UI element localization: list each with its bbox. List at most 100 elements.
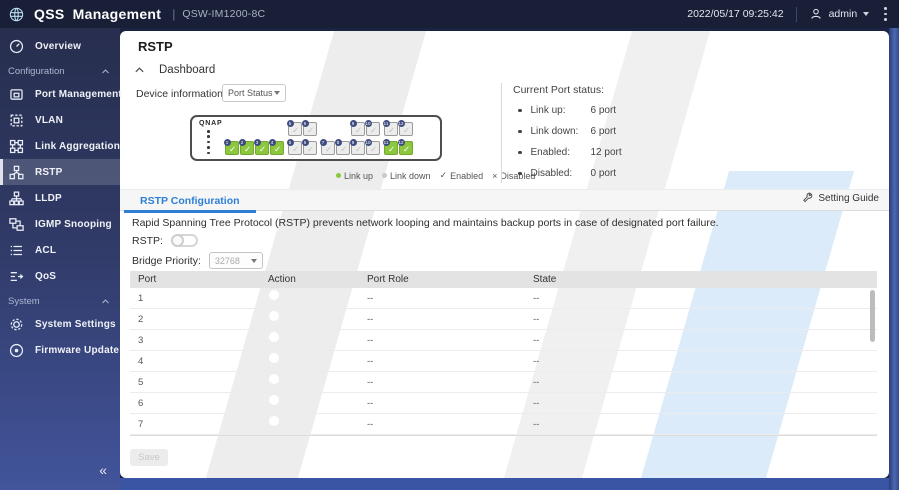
check-icon: ✓ [292,125,299,136]
rstp-toggle-label: RSTP: [132,235,163,247]
sidebar-item-rstp[interactable]: RSTP [0,159,120,185]
dashboard-divider [501,83,502,183]
user-icon [809,7,823,21]
bottom-accent-band [120,478,889,490]
chevron-up-icon [101,298,110,305]
tab-rstp-configuration[interactable]: RSTP Configuration [124,190,256,212]
dashboard-collapse-header[interactable]: Dashboard [134,64,215,76]
status-value: 12 port [591,147,622,158]
sidebar-item-label: QoS [35,271,56,282]
section-label: System [8,296,101,307]
setting-guide-label: Setting Guide [818,193,879,204]
sidebar-section-system[interactable]: System [0,291,120,311]
port-8-indicator: 8✓ [336,141,350,155]
check-icon: ✓ [274,144,281,155]
check-icon: ✓ [355,125,362,136]
state-cell: -- [525,335,877,346]
port-role-cell: -- [359,398,525,409]
sidebar-item-label: Firmware Update [35,345,119,356]
check-icon: ✓ [307,125,314,136]
save-button[interactable]: Save [130,449,168,466]
action-cell [260,331,359,349]
check-icon: ✓ [388,144,395,155]
port-10-indicator: 10✓ [366,141,380,155]
qnap-logo-icon [8,6,25,23]
sidebar-item-port-management[interactable]: Port Management [0,81,120,107]
port-role-cell: -- [359,314,525,325]
table-row: 7---- [130,414,877,435]
sidebar-item-label: System Settings [35,319,116,330]
sidebar-item-label: Overview [35,41,81,52]
right-accent-band [889,28,899,490]
sidebar-item-system-settings[interactable]: System Settings [0,311,120,337]
chevron-down-icon [863,12,869,16]
qos-icon [8,268,25,285]
sidebar-item-qos[interactable]: QoS [0,263,120,289]
sidebar-item-igmp-snooping[interactable]: IGMP Snooping [0,211,120,237]
port-cell: 2 [130,314,260,325]
more-options-button[interactable] [884,7,887,20]
legend-link-down: Link down [382,171,431,181]
sidebar-item-link-aggregation[interactable]: Link Aggregation [0,133,120,159]
port-role-cell: -- [359,293,525,304]
setting-guide-link[interactable]: Setting Guide [801,192,879,205]
check-icon: ✓ [259,144,266,155]
port-12-indicator: 12✓ [399,122,413,136]
chevron-up-icon [134,66,145,74]
port-10-indicator: 10✓ [366,122,380,136]
scrollbar-thumb[interactable] [870,290,875,342]
check-icon: ✓ [325,144,332,155]
sidebar-collapse-button[interactable]: « [99,462,106,478]
sidebar-section-configuration[interactable]: Configuration [0,61,120,81]
bridge-priority-value: 32768 [215,256,240,266]
toggle-knob [171,234,184,247]
user-menu[interactable]: admin [809,7,870,21]
port-2-indicator: 2✓ [240,141,254,155]
username: admin [829,8,858,20]
current-port-status-title: Current Port status: [513,84,622,96]
toggle-knob [269,416,279,426]
column-header-state: State [525,274,877,285]
toggle-knob [269,395,279,405]
legend-enabled: ✓Enabled [440,170,484,181]
dot-icon [336,173,341,178]
state-cell: -- [525,293,877,304]
chevron-up-icon [101,68,110,75]
bullet-icon [518,151,522,155]
bridge-priority-label: Bridge Priority: [132,255,201,267]
port-cell: 7 [130,419,260,430]
check-icon: ✓ [403,125,410,136]
toggle-knob [269,311,279,321]
wrench-icon [801,192,814,205]
sidebar-item-lldp[interactable]: LLDP [0,185,120,211]
port-cell: 1 [130,293,260,304]
action-cell [260,310,359,328]
port-3-indicator: 3✓ [255,141,269,155]
port-role-cell: -- [359,419,525,430]
action-cell [260,352,359,370]
app-title: QSS Management [34,6,161,22]
toggle-knob [269,353,279,363]
table-scrollbar[interactable] [870,290,875,433]
link-aggregation-icon [8,138,25,155]
port-5-indicator: 5✓ [288,141,302,155]
sidebar-item-overview[interactable]: Overview [0,33,120,59]
rstp-enable-toggle[interactable] [171,234,198,247]
state-cell: -- [525,377,877,388]
bridge-priority-select[interactable]: 32768 [209,252,263,269]
port-view-dropdown[interactable]: Port Status [222,84,286,102]
table-row: 1 ---- [130,288,877,309]
system-settings-icon [8,316,25,333]
title-separator: | [172,7,175,21]
bullet-icon [518,130,522,134]
sidebar-item-acl[interactable]: ACL [0,237,120,263]
check-icon: ✓ [388,125,395,136]
sidebar-item-firmware-update[interactable]: Firmware Update [0,337,120,363]
port-12-indicator: 12✓ [399,141,413,155]
port-cell: 4 [130,356,260,367]
status-link-up-: Link up:6 port [513,104,622,117]
table-row: 5---- [130,372,877,393]
table-row: 6---- [130,393,877,414]
sidebar-item-vlan[interactable]: VLAN [0,107,120,133]
status-value: 6 port [591,105,617,116]
